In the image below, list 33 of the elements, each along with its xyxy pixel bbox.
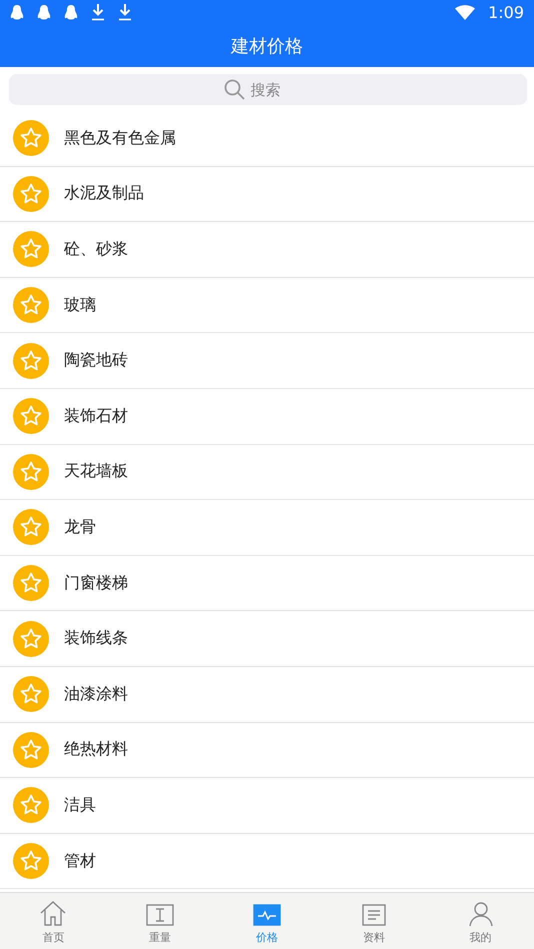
- download-icon: [91, 4, 105, 20]
- category-item[interactable]: 黑色及有色金属: [64, 128, 176, 149]
- status-time: 1:09: [488, 2, 524, 22]
- nav-tab[interactable]: 首页: [0, 893, 107, 949]
- category-item[interactable]: 陶瓷地砖: [64, 350, 128, 372]
- category-item[interactable]: 装饰线条: [64, 628, 128, 650]
- category-item[interactable]: 装饰石材: [64, 406, 128, 427]
- category-item[interactable]: 龙骨: [64, 516, 96, 538]
- text-cursor-icon: [146, 903, 174, 927]
- penguin-icon: [37, 4, 51, 20]
- download-icon: [118, 4, 132, 20]
- category-item[interactable]: 绝热材料: [64, 739, 128, 760]
- search-field[interactable]: 搜索: [248, 80, 312, 100]
- category-item[interactable]: 砼、砂浆: [64, 238, 128, 260]
- category-item[interactable]: 玻璃: [64, 294, 96, 316]
- penguin-icon: [64, 4, 78, 20]
- nav-tab[interactable]: 我的: [427, 893, 534, 949]
- wifi-icon: [455, 4, 476, 20]
- category-item[interactable]: 油漆涂料: [64, 684, 128, 705]
- category-item[interactable]: 水泥及制品: [64, 183, 144, 204]
- document-icon: [360, 903, 388, 927]
- search-icon: [224, 79, 244, 100]
- category-item[interactable]: 天花墙板: [64, 461, 128, 482]
- nav-tab[interactable]: 资料: [320, 893, 428, 949]
- category-item[interactable]: 管材: [64, 850, 96, 872]
- category-item[interactable]: 洁具: [64, 794, 96, 816]
- home-icon: [39, 899, 68, 927]
- nav-tab[interactable]: 重量: [106, 893, 214, 949]
- pulse-chart-icon: [252, 903, 281, 927]
- penguin-icon: [10, 4, 24, 20]
- category-item[interactable]: 门窗楼梯: [64, 572, 128, 594]
- person-icon: [466, 901, 495, 927]
- page-title: 建材价格: [231, 34, 303, 58]
